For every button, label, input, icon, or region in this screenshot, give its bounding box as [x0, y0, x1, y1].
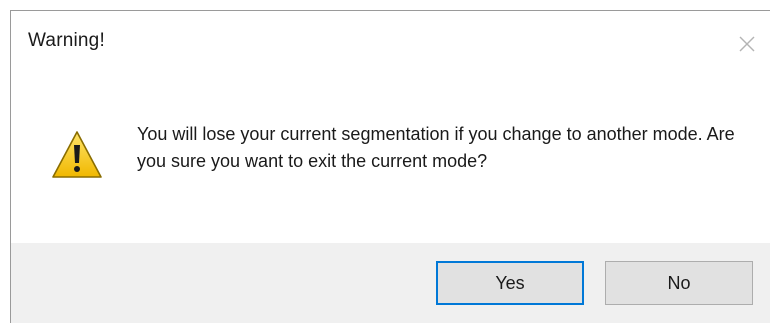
close-icon — [739, 36, 755, 52]
no-button[interactable]: No — [605, 261, 753, 305]
warning-dialog: Warning! You will lose your current segm… — [10, 10, 770, 323]
dialog-message: You will lose your current segmentation … — [137, 124, 735, 171]
dialog-content: You will lose your current segmentation … — [11, 77, 770, 243]
close-button[interactable] — [732, 29, 762, 59]
dialog-titlebar: Warning! — [11, 11, 770, 77]
yes-button[interactable]: Yes — [436, 261, 584, 305]
dialog-button-bar: Yes No — [11, 243, 770, 323]
dialog-title: Warning! — [28, 30, 105, 51]
warning-icon — [52, 131, 102, 178]
